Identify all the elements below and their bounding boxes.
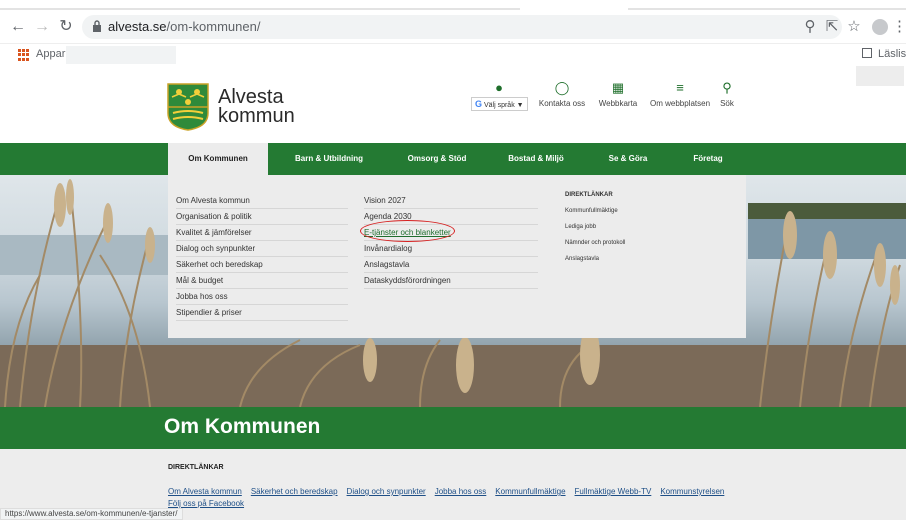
lock-icon [93, 20, 101, 32]
profile-avatar[interactable] [872, 19, 888, 35]
direct-link-sakerhet[interactable]: Säkerhet och beredskap [251, 487, 338, 496]
menu-item-organisation[interactable]: Organisation & politik [176, 209, 348, 225]
direct-link-om-alvesta[interactable]: Om Alvesta kommun [168, 487, 242, 496]
direct-links-heading: DIREKTLÄNKAR [168, 464, 224, 471]
browser-status-url: https://www.alvesta.se/om-kommunen/e-tja… [0, 508, 183, 520]
browser-tab-strip [0, 0, 906, 10]
nav-se-gora[interactable]: Se & Göra [598, 143, 658, 175]
mega-menu-quicklinks: DIREKTLÄNKAR Kommunfullmäktige Lediga jo… [565, 192, 715, 267]
page-title: Om Kommunen [164, 415, 321, 438]
apps-grid-icon[interactable] [18, 49, 30, 61]
direct-link-webb-tv[interactable]: Fullmäktige Webb-TV [575, 487, 652, 496]
apps-bookmark[interactable]: Appar [36, 48, 65, 60]
chat-bubble-icon: ◯ [554, 80, 570, 95]
browser-toolbar: ← → ↻ alvesta.se/om-kommunen/ ⚲ ⇱ ☆ ⋮ [0, 10, 906, 44]
nav-om-kommunen[interactable]: Om Kommunen [168, 143, 268, 175]
reading-list-button[interactable]: Läslista [862, 48, 906, 60]
quicklink-anslagstavla[interactable]: Anslagstavla [565, 251, 715, 267]
bookmark-star-icon[interactable]: ☆ [844, 17, 864, 37]
menu-icon: ≡ [676, 80, 684, 95]
menu-item-jobba[interactable]: Jobba hos oss [176, 289, 348, 305]
quicklinks-heading: DIREKTLÄNKAR [565, 192, 613, 198]
direct-link-kommunstyrelsen[interactable]: Kommunstyrelsen [660, 487, 724, 496]
menu-item-dataskydd[interactable]: Dataskyddsförordningen [364, 273, 538, 289]
mega-menu: Om Alvesta kommun Organisation & politik… [168, 175, 746, 338]
sitemap-icon: ▦ [611, 80, 625, 95]
site-header: Alvesta kommun ● G Välj språk ▼ ◯ Kontak… [0, 66, 906, 143]
url-text: alvesta.se/om-kommunen/ [108, 19, 261, 34]
highlight-annotation-circle [360, 220, 455, 242]
menu-item-om-alvesta[interactable]: Om Alvesta kommun [176, 193, 348, 209]
menu-item-kvalitet[interactable]: Kvalitet & jämförelser [176, 225, 348, 241]
address-bar[interactable]: alvesta.se/om-kommunen/ [82, 15, 842, 39]
bookmark-placeholder[interactable] [66, 46, 176, 64]
globe-icon: ● [495, 80, 503, 95]
menu-item-dialog[interactable]: Dialog och synpunkter [176, 241, 348, 257]
facebook-link[interactable]: Följ oss på Facebook [168, 499, 244, 508]
menu-item-invanardialog[interactable]: Invånardialog [364, 241, 538, 257]
search-icon: ⚲ [722, 80, 732, 95]
more-menu-icon[interactable]: ⋮ [892, 17, 906, 37]
nav-barn-utbildning[interactable]: Barn & Utbildning [284, 143, 374, 175]
mega-menu-col1: Om Alvesta kommun Organisation & politik… [176, 193, 348, 321]
nav-omsorg-stod[interactable]: Omsorg & Stöd [398, 143, 476, 175]
direct-link-dialog[interactable]: Dialog och synpunkter [347, 487, 426, 496]
page-title-band: Om Kommunen [0, 407, 906, 449]
menu-item-anslagstavla[interactable]: Anslagstavla [364, 257, 538, 273]
nav-bostad-miljo[interactable]: Bostad & Miljö [500, 143, 572, 175]
menu-item-sakerhet[interactable]: Säkerhet och beredskap [176, 257, 348, 273]
forward-icon[interactable]: → [32, 17, 52, 37]
language-select[interactable]: G Välj språk ▼ [471, 97, 528, 111]
coat-of-arms-logo[interactable] [167, 83, 209, 131]
direct-links-list: Om Alvesta kommun Säkerhet och beredskap D… [168, 487, 733, 496]
menu-item-stipendier[interactable]: Stipendier & priser [176, 305, 348, 321]
menu-item-mal-budget[interactable]: Mål & budget [176, 273, 348, 289]
back-icon[interactable]: ← [8, 17, 28, 37]
site-brand[interactable]: Alvesta kommun [218, 87, 295, 126]
menu-item-vision[interactable]: Vision 2027 [364, 193, 538, 209]
bookmarks-bar: Appar Läslista [0, 44, 906, 66]
about-site-link[interactable]: ≡ Om webbplatsen [648, 80, 712, 108]
direct-link-kommunfullmaktige[interactable]: Kommunfullmäktige [495, 487, 565, 496]
sitemap-link[interactable]: ▦ Webbkarta [594, 80, 642, 108]
zoom-icon[interactable]: ⚲ [800, 17, 820, 37]
reload-icon[interactable]: ↻ [56, 17, 76, 37]
nav-foretag[interactable]: Företag [682, 143, 734, 175]
main-nav: Om Kommunen Barn & Utbildning Omsorg & S… [0, 143, 906, 175]
reading-list-icon [862, 48, 872, 58]
search-link[interactable]: ⚲ Sök [716, 80, 738, 108]
direct-link-jobba[interactable]: Jobba hos oss [435, 487, 487, 496]
share-icon[interactable]: ⇱ [822, 17, 842, 37]
contact-link[interactable]: ◯ Kontakta oss [536, 80, 588, 108]
quicklink-namnder[interactable]: Nämnder och protokoll [565, 235, 715, 251]
quicklink-lediga-jobb[interactable]: Lediga jobb [565, 219, 715, 235]
quicklink-kommunfullmaktige[interactable]: Kommunfullmäktige [565, 203, 715, 219]
header-side-tab [856, 66, 904, 86]
